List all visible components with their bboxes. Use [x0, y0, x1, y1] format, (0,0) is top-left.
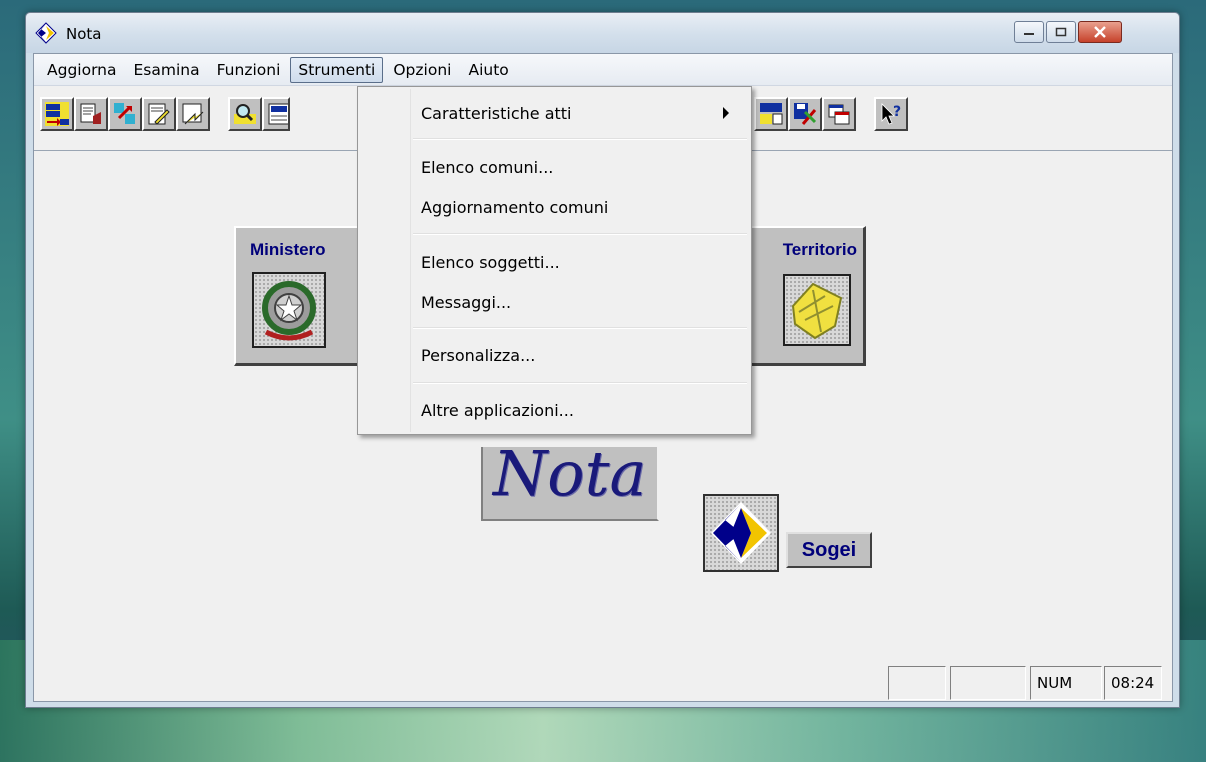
menu-item-personalizza[interactable]: Personalizza...	[360, 337, 749, 373]
menu-item-elenco-comuni[interactable]: Elenco comuni...	[360, 149, 749, 185]
status-cell-1	[888, 666, 946, 700]
status-num: NUM	[1030, 666, 1102, 700]
toolbar-button-arrows[interactable]	[108, 97, 142, 131]
emblem-icon	[262, 281, 316, 341]
menu-opzioni[interactable]: Opzioni	[386, 58, 458, 82]
separator	[413, 138, 747, 140]
menu-item-elenco-soggetti[interactable]: Elenco soggetti...	[360, 244, 749, 280]
menu-strumenti[interactable]: Strumenti	[290, 56, 384, 83]
menu-item-messaggi[interactable]: Messaggi...	[360, 284, 749, 320]
separator	[413, 233, 747, 235]
status-time: 08:24	[1104, 666, 1162, 700]
sogei-label: Sogei	[786, 532, 872, 568]
menu-item-label: Personalizza...	[421, 345, 536, 365]
close-icon	[1094, 26, 1106, 38]
windows-icon	[828, 104, 850, 125]
sogei-diamond-icon	[711, 502, 771, 564]
territory-map	[783, 274, 851, 346]
separator	[413, 382, 747, 384]
a1020-icon	[760, 103, 783, 125]
nota-logo-text: Nota	[493, 447, 647, 510]
minimize-button[interactable]	[1014, 21, 1044, 43]
minimize-icon	[1024, 33, 1034, 35]
toolbar-button-a1020[interactable]	[754, 97, 788, 131]
document-icon	[80, 103, 101, 124]
menu-bar: Aggiorna Esamina Funzioni Strumenti Opzi…	[34, 54, 1172, 86]
toolbar-button-document[interactable]	[74, 97, 108, 131]
separator	[413, 327, 747, 329]
menu-aggiorna[interactable]: Aggiorna	[40, 58, 124, 82]
toolbar-button-search[interactable]	[228, 97, 262, 131]
arrows-icon	[114, 103, 135, 124]
toolbar-button-disk-tools[interactable]	[788, 97, 822, 131]
map-icon	[791, 282, 843, 340]
republic-emblem	[252, 272, 326, 348]
form-pen-icon	[148, 103, 170, 125]
title-bar[interactable]: Nota	[26, 13, 1179, 53]
menu-item-aggiornamento-comuni[interactable]: Aggiornamento comuni	[360, 189, 749, 225]
window-title: Nota	[66, 25, 102, 43]
nota-nota-icon	[45, 102, 69, 126]
toolbar-button-nota-doc[interactable]	[262, 97, 290, 131]
context-help-icon: ?	[881, 103, 901, 125]
toolbar-button-form-pen[interactable]	[142, 97, 176, 131]
menu-item-label: Caratteristiche atti	[421, 103, 572, 123]
disk-tools-icon	[794, 103, 817, 125]
panel-title-left: Ministero	[250, 240, 326, 259]
menu-item-altre-applicazioni[interactable]: Altre applicazioni...	[360, 392, 749, 428]
menu-item-label: Aggiornamento comuni	[421, 197, 609, 217]
menu-item-caratteristiche-atti[interactable]: Caratteristiche atti	[360, 95, 749, 131]
nota-logo: Nota	[481, 447, 659, 521]
strumenti-dropdown: Caratteristiche atti Elenco comuni... Ag…	[357, 86, 752, 435]
form-arrow-icon	[182, 103, 204, 125]
toolbar-button-form-arrow[interactable]	[176, 97, 210, 131]
menu-item-label: Messaggi...	[421, 292, 512, 312]
panel-title-right: Territorio	[782, 240, 857, 259]
restore-icon	[1055, 27, 1067, 37]
menu-item-label: Elenco comuni...	[421, 157, 554, 177]
submenu-arrow-icon	[723, 107, 729, 119]
maximize-button[interactable]	[1046, 21, 1076, 43]
sogei-logo	[703, 494, 779, 572]
toolbar-button-windows[interactable]	[822, 97, 856, 131]
menu-aiuto[interactable]: Aiuto	[461, 58, 515, 82]
status-bar: NUM 08:24	[34, 662, 1172, 702]
nota-doc-icon	[268, 103, 288, 125]
menu-item-label: Elenco soggetti...	[421, 252, 560, 272]
menu-item-label: Altre applicazioni...	[421, 400, 574, 420]
nota-app-icon	[35, 22, 57, 44]
svg-text:?: ?	[893, 104, 901, 120]
status-cell-2	[950, 666, 1026, 700]
search-doc-icon	[234, 104, 256, 124]
menu-funzioni[interactable]: Funzioni	[210, 58, 288, 82]
toolbar-button-help[interactable]: ?	[874, 97, 908, 131]
close-button[interactable]	[1078, 21, 1122, 43]
menu-esamina[interactable]: Esamina	[127, 58, 207, 82]
toolbar-button-nota[interactable]	[40, 97, 74, 131]
